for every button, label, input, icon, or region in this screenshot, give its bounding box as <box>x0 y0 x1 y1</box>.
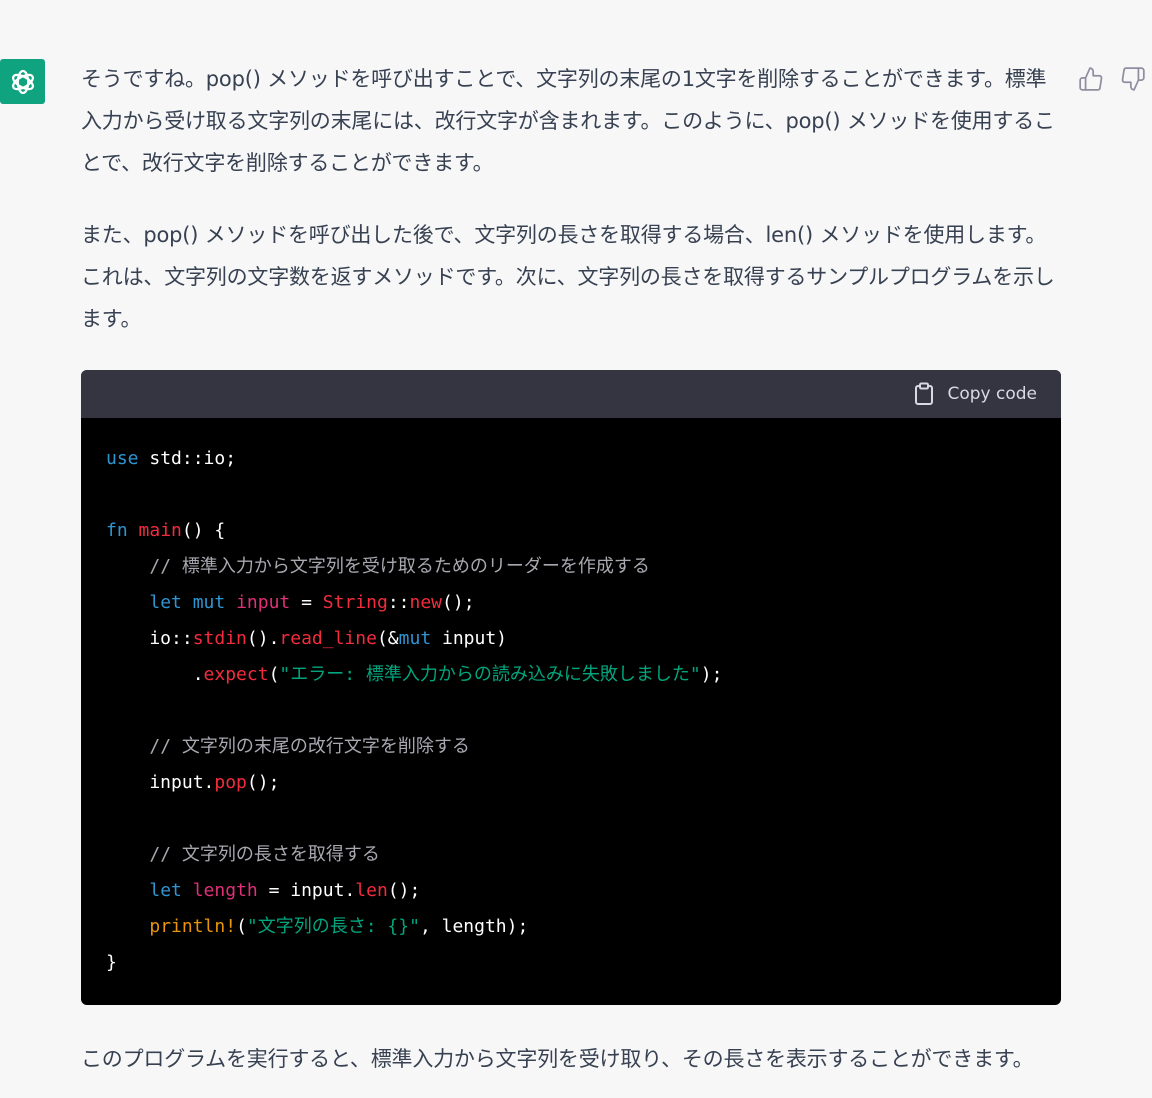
code-token: main <box>138 520 182 541</box>
message-paragraph: このプログラムを実行すると、標準入力から文字列を受け取り、その長さを表示すること… <box>81 1047 1034 1071</box>
code-token: . <box>106 664 204 685</box>
clipboard-icon <box>915 382 934 405</box>
code-line: // 標準入力から文字列を受け取るためのリーダーを作成する <box>106 549 1036 585</box>
code-token: length <box>192 880 258 901</box>
code-token: std::io; <box>138 448 237 469</box>
code-token: } <box>106 952 117 973</box>
code-token: new <box>409 592 443 613</box>
code-token: let <box>149 592 182 613</box>
code-token: "エラー: 標準入力からの読み込みに失敗しました" <box>279 664 701 685</box>
code-block: Copy code use std::io;fn main() { // 標準入… <box>81 370 1061 1005</box>
code-token: "文字列の長さ: {}" <box>246 916 420 937</box>
code-line: let mut input = String::new(); <box>106 585 1036 621</box>
code-line: io::stdin().read_line(&mut input) <box>106 621 1036 657</box>
code-token: stdin <box>192 628 247 649</box>
code-token: ); <box>700 664 723 685</box>
code-token: fn <box>106 520 128 541</box>
code-token: input) <box>431 628 508 649</box>
code-token: // 文字列の末尾の改行文字を削除する <box>149 736 470 757</box>
code-line: // 文字列の長さを取得する <box>106 837 1036 873</box>
code-token: // 文字列の長さを取得する <box>149 844 380 865</box>
code-line: fn main() { <box>106 513 1036 549</box>
assistant-avatar <box>0 59 45 104</box>
code-token: let <box>149 880 182 901</box>
message-paragraph: また、pop() メソッドを呼び出した後で、文字列の長さを取得する場合、len(… <box>81 223 1055 331</box>
code-token: = input. <box>257 880 356 901</box>
code-token: pop <box>214 772 247 793</box>
chatgpt-logo-icon <box>11 69 34 94</box>
code-token: read_line <box>279 628 377 649</box>
code-token: () { <box>181 520 226 541</box>
code-line: input.pop(); <box>106 765 1036 801</box>
code-token: use <box>106 448 139 469</box>
thumbs-down-icon <box>1121 67 1145 91</box>
code-token: mut <box>398 628 432 649</box>
thumbs-down-button[interactable] <box>1120 66 1146 92</box>
code-line: let length = input.len(); <box>106 873 1036 909</box>
copy-code-label: Copy code <box>947 384 1037 404</box>
copy-code-button[interactable]: Copy code <box>913 382 1037 406</box>
code-token: println! <box>149 916 237 937</box>
code-block-header: Copy code <box>81 370 1061 418</box>
code-token: // 標準入力から文字列を受け取るためのリーダーを作成する <box>149 556 650 577</box>
code-line: } <box>106 945 1036 981</box>
code-token: mut <box>192 592 226 613</box>
code-token: ( <box>236 916 247 937</box>
code-line: // 文字列の末尾の改行文字を削除する <box>106 729 1036 765</box>
code-token: = <box>290 592 323 613</box>
code-token: (& <box>376 628 399 649</box>
code-token: input. <box>106 772 215 793</box>
code-token: , length); <box>419 916 529 937</box>
code-token: (); <box>246 772 280 793</box>
code-token: io:: <box>106 628 193 649</box>
thumbs-up-icon <box>1079 67 1103 91</box>
code-line: .expect("エラー: 標準入力からの読み込みに失敗しました"); <box>106 657 1036 693</box>
code-token: ( <box>268 664 280 685</box>
code-token: String <box>322 592 388 613</box>
code-token: input <box>236 592 291 613</box>
code-content: use std::io;fn main() { // 標準入力から文字列を受け取… <box>81 418 1061 1005</box>
code-token: :: <box>387 592 410 613</box>
code-line: use std::io; <box>106 441 1036 477</box>
thumbs-up-button[interactable] <box>1078 66 1104 92</box>
message-paragraph: そうですね。pop() メソッドを呼び出すことで、文字列の末尾の1文字を削除する… <box>81 67 1055 175</box>
feedback-controls <box>1078 66 1146 92</box>
code-token: (); <box>442 592 475 613</box>
code-token: expect <box>203 664 269 685</box>
code-line: println!("文字列の長さ: {}", length); <box>106 909 1036 945</box>
assistant-message: そうですね。pop() メソッドを呼び出すことで、文字列の末尾の1文字を削除する… <box>81 58 1061 1080</box>
code-token: len <box>355 880 388 901</box>
code-token: (); <box>387 880 421 901</box>
code-token: (). <box>246 628 280 649</box>
